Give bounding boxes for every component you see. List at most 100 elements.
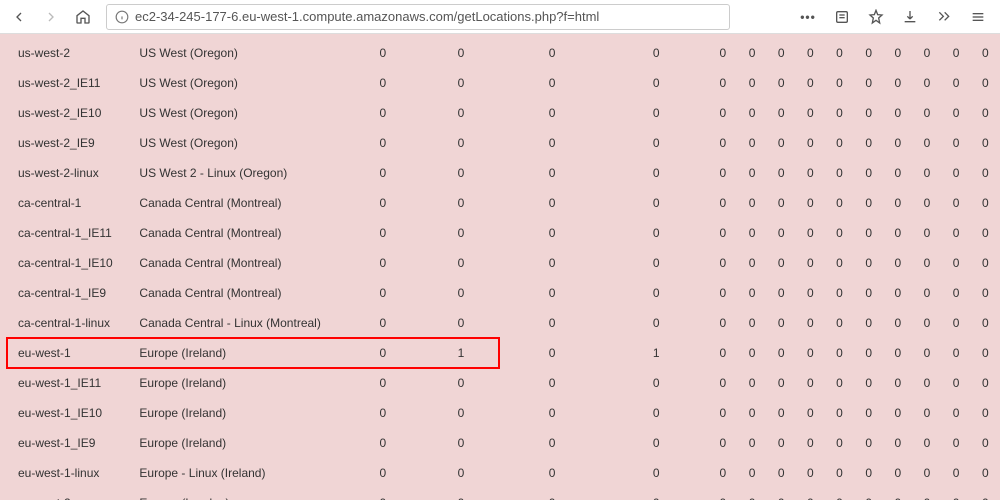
- region-location: Canada Central (Montreal): [135, 278, 343, 308]
- region-location: Europe (Ireland): [135, 368, 343, 398]
- cell-value: 0: [737, 458, 766, 488]
- cell-value: 0: [604, 308, 708, 338]
- cell-value: 0: [796, 98, 825, 128]
- cell-value: 0: [767, 218, 796, 248]
- cell-value: 0: [854, 428, 883, 458]
- cell-value: 0: [767, 188, 796, 218]
- cell-value: 0: [912, 428, 941, 458]
- cell-value: 0: [708, 428, 737, 458]
- cell-value: 0: [708, 338, 737, 368]
- url-text: ec2-34-245-177-6.eu-west-1.compute.amazo…: [135, 9, 721, 24]
- table-row: us-west-2US West (Oregon)00000000000000: [0, 38, 1000, 68]
- cell-value: 0: [825, 188, 854, 218]
- cell-value: 0: [942, 38, 971, 68]
- cell-value: 0: [422, 428, 500, 458]
- table-row: us-west-2_IE11US West (Oregon)0000000000…: [0, 68, 1000, 98]
- cell-value: 0: [344, 38, 422, 68]
- cell-value: 0: [942, 98, 971, 128]
- back-button[interactable]: [6, 4, 32, 30]
- cell-value: 0: [708, 488, 737, 500]
- cell-value: 0: [971, 398, 1000, 428]
- table-row: eu-west-1_IE10Europe (Ireland)0000000000…: [0, 398, 1000, 428]
- cell-value: 0: [971, 158, 1000, 188]
- cell-value: 0: [708, 98, 737, 128]
- cell-value: 0: [796, 128, 825, 158]
- cell-value: 0: [796, 368, 825, 398]
- cell-value: 0: [767, 458, 796, 488]
- bookmark-icon[interactable]: [864, 5, 888, 29]
- locations-table: us-west-2US West (Oregon)00000000000000u…: [0, 38, 1000, 500]
- cell-value: 0: [344, 428, 422, 458]
- cell-value: 0: [912, 68, 941, 98]
- cell-value: 0: [604, 218, 708, 248]
- cell-value: 0: [737, 38, 766, 68]
- cell-value: 0: [825, 98, 854, 128]
- cell-value: 0: [344, 398, 422, 428]
- cell-value: 0: [500, 398, 604, 428]
- cell-value: 0: [422, 248, 500, 278]
- cell-value: 0: [883, 158, 912, 188]
- cell-value: 0: [825, 458, 854, 488]
- page-content: us-west-2US West (Oregon)00000000000000u…: [0, 34, 1000, 500]
- cell-value: 0: [825, 368, 854, 398]
- cell-value: 0: [604, 38, 708, 68]
- cell-value: 0: [708, 308, 737, 338]
- cell-value: 0: [767, 308, 796, 338]
- region-id: us-west-2_IE10: [0, 98, 135, 128]
- cell-value: 0: [500, 458, 604, 488]
- cell-value: 0: [500, 308, 604, 338]
- cell-value: 0: [767, 38, 796, 68]
- cell-value: 0: [854, 488, 883, 500]
- region-id: us-west-2_IE9: [0, 128, 135, 158]
- cell-value: 0: [854, 188, 883, 218]
- cell-value: 0: [796, 338, 825, 368]
- cell-value: 0: [344, 188, 422, 218]
- reader-icon[interactable]: [830, 5, 854, 29]
- download-icon[interactable]: [898, 5, 922, 29]
- cell-value: 0: [883, 308, 912, 338]
- cell-value: 0: [971, 278, 1000, 308]
- cell-value: 0: [500, 158, 604, 188]
- table-row: eu-west-2Europe (London)00000000000000: [0, 488, 1000, 500]
- cell-value: 0: [708, 278, 737, 308]
- cell-value: 0: [500, 428, 604, 458]
- cell-value: 0: [883, 338, 912, 368]
- menu-icon[interactable]: [966, 5, 990, 29]
- region-location: Europe (Ireland): [135, 428, 343, 458]
- cell-value: 0: [604, 188, 708, 218]
- overflow-icon[interactable]: [932, 5, 956, 29]
- cell-value: 0: [767, 158, 796, 188]
- info-icon[interactable]: [115, 10, 129, 24]
- region-id: us-west-2_IE11: [0, 68, 135, 98]
- more-icon[interactable]: •••: [796, 5, 820, 29]
- region-location: Europe (London): [135, 488, 343, 500]
- cell-value: 0: [942, 368, 971, 398]
- cell-value: 0: [500, 188, 604, 218]
- cell-value: 0: [883, 368, 912, 398]
- cell-value: 0: [344, 458, 422, 488]
- cell-value: 0: [737, 338, 766, 368]
- region-id: eu-west-1-linux: [0, 458, 135, 488]
- forward-button[interactable]: [38, 4, 64, 30]
- cell-value: 0: [422, 278, 500, 308]
- cell-value: 0: [912, 398, 941, 428]
- cell-value: 0: [825, 278, 854, 308]
- cell-value: 0: [942, 278, 971, 308]
- cell-value: 0: [796, 488, 825, 500]
- table-row: eu-west-1_IE9Europe (Ireland)00000000000…: [0, 428, 1000, 458]
- cell-value: 0: [796, 218, 825, 248]
- table-row: ca-central-1_IE11Canada Central (Montrea…: [0, 218, 1000, 248]
- table-row: us-west-2-linuxUS West 2 - Linux (Oregon…: [0, 158, 1000, 188]
- cell-value: 0: [796, 38, 825, 68]
- url-bar[interactable]: ec2-34-245-177-6.eu-west-1.compute.amazo…: [106, 4, 730, 30]
- cell-value: 0: [708, 398, 737, 428]
- cell-value: 0: [767, 248, 796, 278]
- home-button[interactable]: [70, 4, 96, 30]
- cell-value: 0: [737, 398, 766, 428]
- cell-value: 0: [942, 308, 971, 338]
- cell-value: 0: [912, 308, 941, 338]
- cell-value: 0: [344, 338, 422, 368]
- table-row: ca-central-1_IE9Canada Central (Montreal…: [0, 278, 1000, 308]
- cell-value: 0: [883, 398, 912, 428]
- cell-value: 0: [854, 338, 883, 368]
